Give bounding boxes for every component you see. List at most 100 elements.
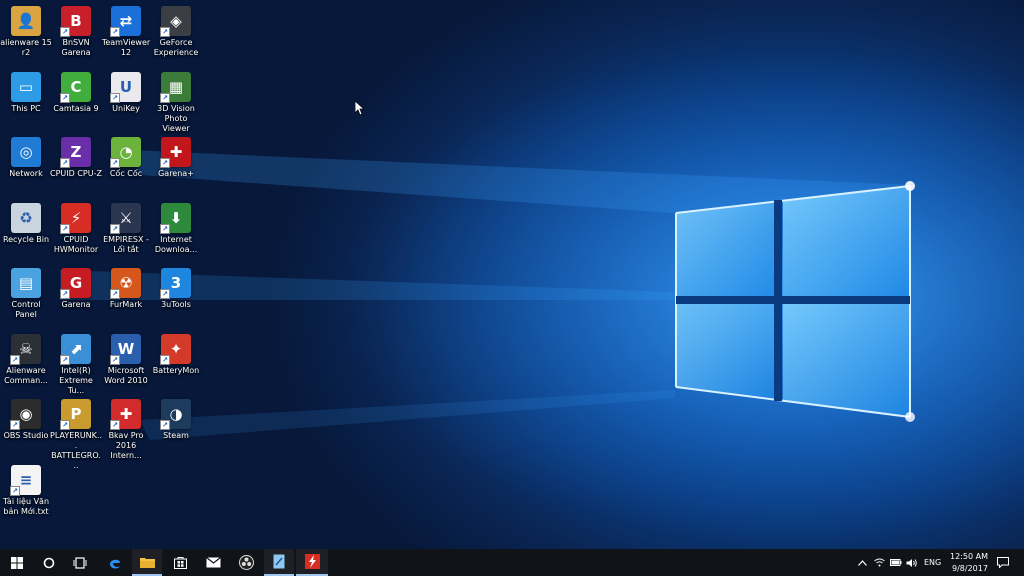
task-view-icon	[73, 556, 87, 569]
show-hidden-icons-button[interactable]	[855, 549, 869, 576]
desktop-icon-label: PLAYERUNK... BATTLEGRO...	[50, 431, 102, 470]
batterymon-icon: ✦ ↗	[160, 333, 191, 365]
desktop-icon-label: Alienware Comman...	[4, 365, 48, 385]
desktop-icon-label: EMPIRESX - Lối tắt	[103, 234, 149, 254]
action-center-button[interactable]	[992, 549, 1014, 576]
desktop-icon-label: This PC	[11, 103, 41, 113]
3d-vision-icon: ▦ ↗	[160, 71, 191, 103]
desktop-icon[interactable]: ⬈ ↗ Intel(R) Extreme Tu...	[50, 331, 102, 396]
windows-logo-icon	[11, 556, 23, 569]
desktop-icon[interactable]: ≡ ↗ Tài liệu Văn bản Mới.txt	[0, 462, 52, 517]
desktop-icon-label: BnSVN Garena	[61, 38, 91, 57]
intel-xtu-icon	[273, 554, 285, 569]
desktop-icon-label: Camtasia 9	[53, 103, 99, 113]
desktop-icon[interactable]: 👤 alienware 15 r2	[0, 3, 52, 58]
bkav-icon: ✚ ↗	[110, 399, 141, 430]
desktop-icon[interactable]: ▦ ↗ 3D Vision Photo Viewer	[150, 69, 202, 134]
desktop-icon[interactable]: ◑ ↗ Steam	[150, 396, 202, 441]
desktop-icon[interactable]: ⬇ ↗ Internet Downloa...	[150, 200, 202, 255]
desktop-icon[interactable]: ✦ ↗ BatteryMon	[150, 331, 202, 376]
store-button[interactable]	[164, 549, 196, 576]
shortcut-arrow-icon: ↗	[60, 27, 70, 37]
desktop-icon[interactable]: ◔ ↗ Cốc Cốc	[100, 134, 152, 179]
desktop-icon[interactable]: ⚔ ↗ EMPIRESX - Lối tắt	[100, 200, 152, 255]
garena-icon: G ↗	[60, 268, 91, 299]
folder-icon	[139, 557, 155, 568]
desktop-icon[interactable]: ◎ Network	[0, 134, 52, 179]
desktop-icon-label: TeamViewer 12	[101, 38, 151, 57]
shortcut-arrow-icon: ↗	[10, 420, 20, 430]
camtasia-icon: C ↗	[60, 71, 91, 103]
desktop-icon-label: Tài liệu Văn bản Mới.txt	[2, 496, 50, 516]
task-view-button[interactable]	[64, 549, 96, 576]
shortcut-arrow-icon: ↗	[110, 158, 120, 168]
tray-volume-button[interactable]	[904, 549, 920, 576]
alienware-icon: ☠ ↗	[10, 333, 41, 365]
shortcut-arrow-icon: ↗	[60, 223, 70, 234]
mail-button[interactable]	[198, 549, 228, 576]
language-indicator[interactable]: ENG	[924, 558, 941, 567]
desktop-icon[interactable]: ♻ Recycle Bin	[0, 200, 52, 245]
chevron-up-icon	[857, 559, 867, 566]
mail-icon	[205, 557, 221, 568]
desktop-icon[interactable]: ▤ Control Panel	[0, 265, 52, 320]
shortcut-arrow-icon: ↗	[160, 420, 170, 430]
cpuz-icon: Z ↗	[60, 137, 91, 168]
tray-battery-button[interactable]	[888, 549, 904, 576]
store-icon	[173, 557, 187, 569]
shortcut-arrow-icon: ↗	[60, 354, 70, 365]
desktop-icon[interactable]: Z ↗ CPUID CPU-Z	[50, 134, 102, 179]
desktop-icon[interactable]: ▭ This PC	[0, 69, 52, 114]
start-button[interactable]	[0, 549, 34, 576]
battery-icon	[890, 559, 902, 566]
xtu-taskbar-button[interactable]	[264, 549, 294, 576]
shortcut-arrow-icon: ↗	[110, 223, 120, 234]
desktop-icon[interactable]: P ↗ PLAYERUNK... BATTLEGRO...	[50, 396, 102, 471]
desktop-icon-label: Recycle Bin	[2, 234, 50, 244]
desktop-icon-label: UniKey	[112, 103, 140, 113]
shortcut-arrow-icon: ↗	[160, 27, 170, 37]
steam-icon: ◑ ↗	[160, 399, 191, 430]
network-icon: ◎	[11, 137, 41, 167]
desktop-icon-label: Steam	[163, 431, 189, 440]
clock-time[interactable]: 12:50 AM	[950, 552, 988, 561]
desktop-icon-label: GeForce Experience	[153, 38, 199, 57]
file-explorer-button[interactable]	[132, 549, 162, 576]
hwmonitor-taskbar-button[interactable]	[296, 549, 328, 576]
cortana-button[interactable]	[34, 549, 64, 576]
desktop-icon-label: BatteryMon	[152, 365, 200, 375]
desktop-icon[interactable]: ☢ ↗ FurMark	[100, 265, 152, 310]
shortcut-arrow-icon: ↗	[110, 27, 120, 37]
desktop-icon[interactable]: ☠ ↗ Alienware Comman...	[0, 331, 52, 386]
desktop-icon-label: CPUID CPU-Z	[50, 169, 102, 178]
desktop-icon[interactable]: 3 ↗ 3uTools	[150, 265, 202, 310]
desktop-icon[interactable]: ⇄ ↗ TeamViewer 12	[100, 3, 152, 58]
desktop-icon[interactable]: W ↗ Microsoft Word 2010	[100, 331, 152, 386]
desktop-icon[interactable]: ⚡ ↗ CPUID HWMonitor	[50, 200, 102, 255]
desktop-icon[interactable]: U ↗ UniKey	[100, 69, 152, 114]
desktop[interactable]: 👤 alienware 15 r2 B ↗ BnSVN Garena ⇄ ↗ TeamView…	[0, 0, 1024, 549]
shortcut-arrow-icon: ↗	[60, 289, 70, 299]
computer-icon: ▭	[11, 71, 41, 102]
desktop-icon[interactable]: ◉ ↗ OBS Studio	[0, 396, 52, 441]
mouse-pointer-icon	[355, 101, 365, 115]
edge-icon	[110, 559, 120, 568]
clock-date[interactable]: 9/8/2017	[952, 564, 988, 573]
teamviewer-icon: ⇄ ↗	[110, 6, 141, 37]
shortcut-arrow-icon: ↗	[110, 420, 120, 430]
desktop-icon[interactable]: ✚ ↗ Garena+	[150, 134, 202, 179]
desktop-icon[interactable]: B ↗ BnSVN Garena	[50, 3, 102, 58]
obs-taskbar-button[interactable]	[230, 549, 262, 576]
desktop-icon[interactable]: C ↗ Camtasia 9	[50, 69, 102, 114]
geforce-icon: ◈ ↗	[160, 6, 191, 37]
desktop-icon[interactable]: ◈ ↗ GeForce Experience	[150, 3, 202, 58]
edge-button[interactable]	[100, 549, 130, 576]
notification-icon	[997, 557, 1009, 568]
furmark-icon: ☢ ↗	[110, 268, 141, 299]
tray-network-button[interactable]	[871, 549, 887, 576]
desktop-icon[interactable]: G ↗ Garena	[50, 265, 102, 310]
desktop-icon[interactable]: ✚ ↗ Bkav Pro 2016 Intern...	[100, 396, 152, 461]
desktop-icon-label: FurMark	[109, 300, 143, 309]
desktop-icon-label: 3D Vision Photo Viewer	[157, 103, 195, 133]
folder-user-icon: 👤	[11, 6, 41, 36]
